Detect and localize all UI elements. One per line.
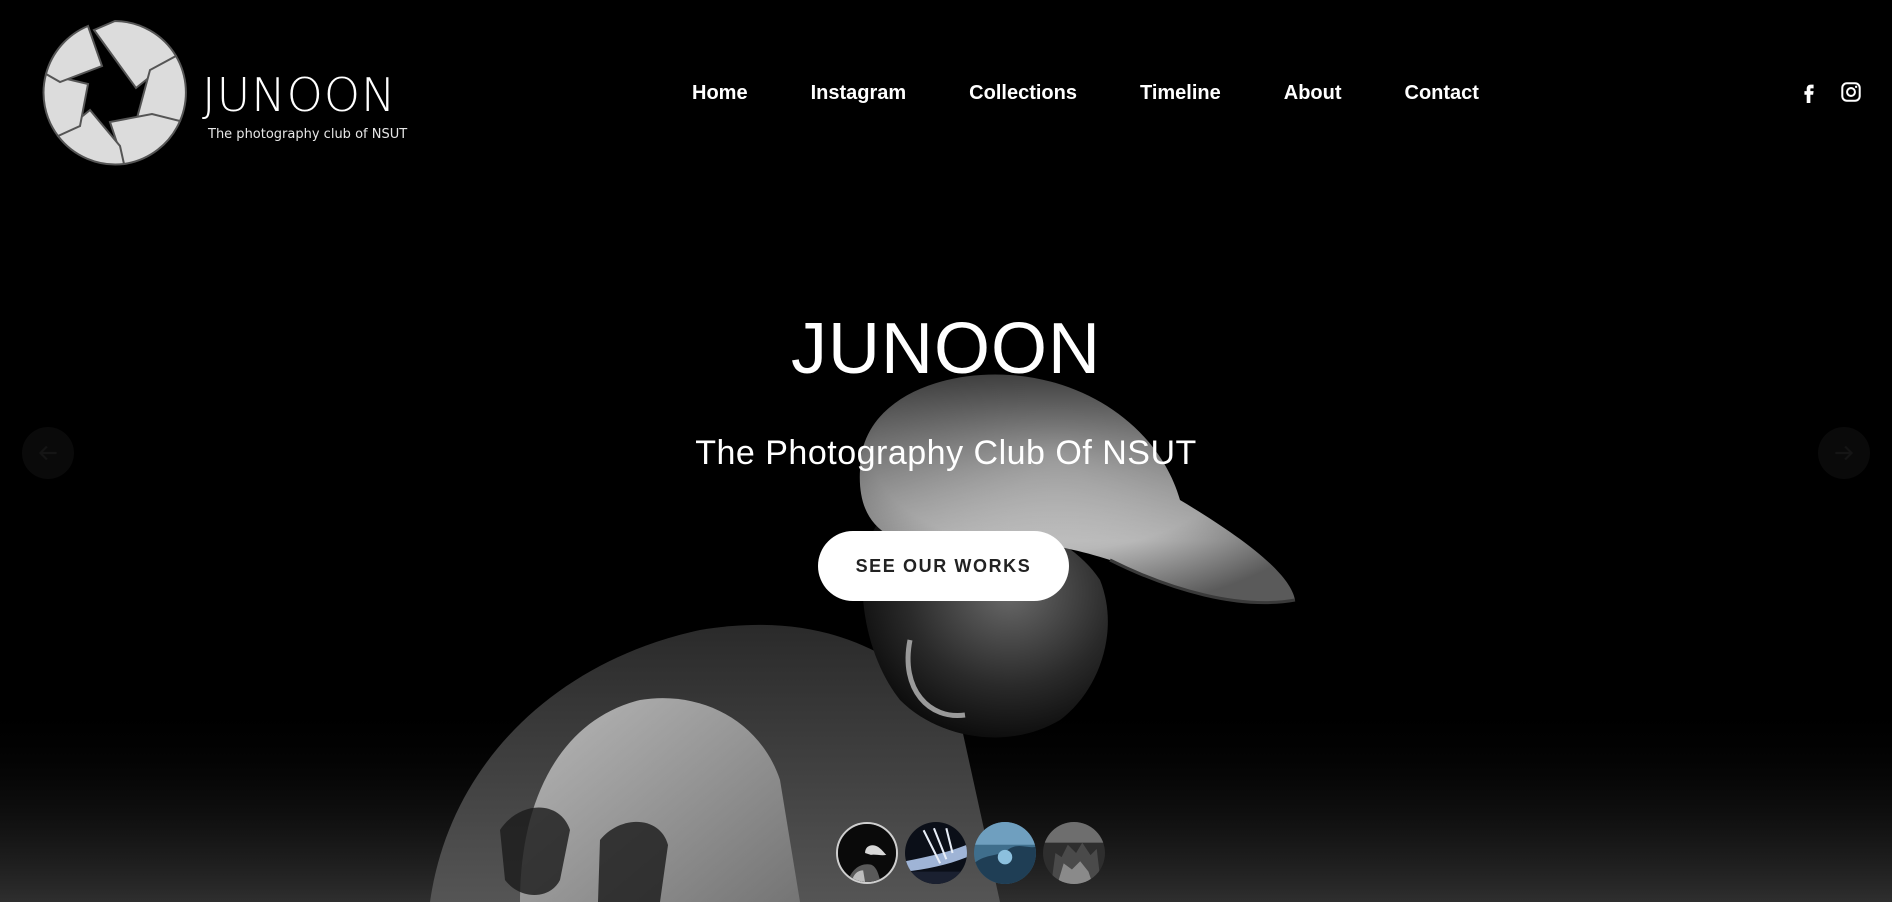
slider-thumbnail-3[interactable] (974, 822, 1036, 884)
nav-about[interactable]: About (1284, 80, 1342, 106)
thumbnail-image (1043, 822, 1105, 884)
thumbnail-image (905, 822, 967, 884)
aperture-logo-icon (42, 19, 187, 166)
thumbnail-image (838, 824, 896, 882)
arrow-left-icon (38, 445, 57, 461)
main-nav: Home Instagram Collections Timeline Abou… (692, 80, 1479, 106)
nav-home[interactable]: Home (692, 80, 748, 106)
see-our-works-button[interactable]: SEE OUR WORKS (818, 531, 1069, 601)
facebook-icon[interactable] (1798, 80, 1820, 104)
nav-collections[interactable]: Collections (969, 80, 1077, 106)
instagram-icon[interactable] (1840, 80, 1862, 104)
page: JUNOON The photography club of NSUT Home… (0, 0, 1892, 902)
site-header: JUNOON The photography club of NSUT Home… (0, 0, 1892, 185)
social-links (1798, 80, 1862, 104)
slider-thumbnail-2[interactable] (905, 822, 967, 884)
nav-timeline[interactable]: Timeline (1140, 80, 1221, 106)
slider-thumbnails (836, 822, 1105, 884)
slider-thumbnail-4[interactable] (1043, 822, 1105, 884)
slider-thumbnail-1[interactable] (836, 822, 898, 884)
arrow-right-icon (1835, 445, 1854, 461)
thumbnail-image (974, 822, 1036, 884)
slider-next-button[interactable] (1818, 427, 1870, 479)
logo-title: JUNOON (202, 68, 397, 122)
nav-contact[interactable]: Contact (1405, 80, 1479, 106)
nav-instagram[interactable]: Instagram (811, 80, 907, 106)
hero-title: JUNOON (791, 309, 1101, 389)
logo-subtitle: The photography club of NSUT (208, 127, 408, 142)
slider-prev-button[interactable] (22, 427, 74, 479)
hero-subtitle: The Photography Club Of NSUT (695, 434, 1197, 472)
site-logo[interactable]: JUNOON The photography club of NSUT (40, 18, 407, 168)
